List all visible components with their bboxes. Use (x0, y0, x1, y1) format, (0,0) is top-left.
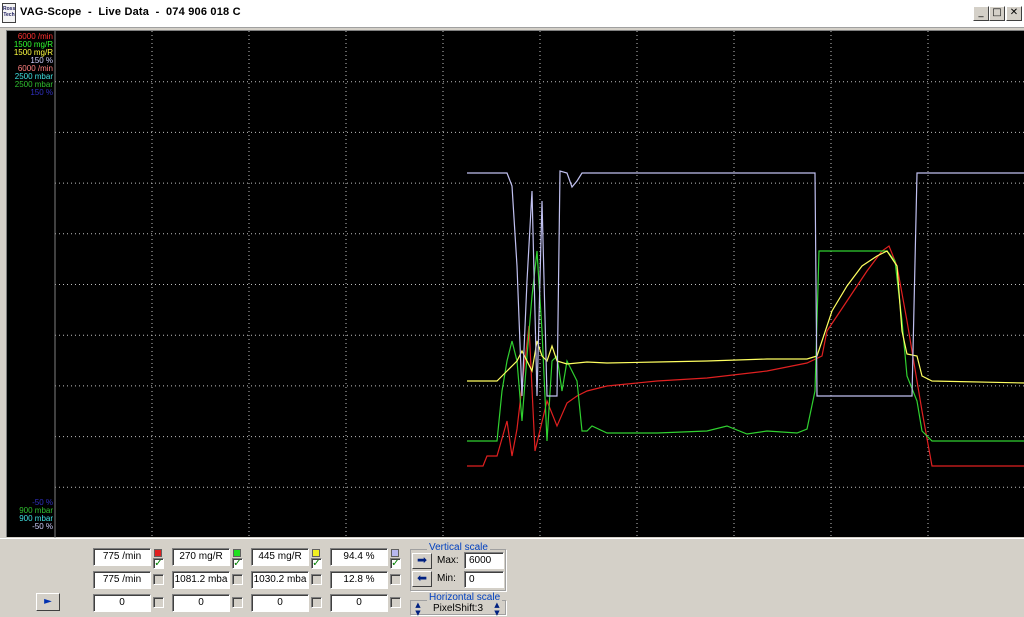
arrow-right-button[interactable]: ➡ (412, 553, 432, 569)
channel-value: 1081.2 mba (172, 571, 230, 589)
scale-label-top: 150 % (30, 88, 53, 97)
min-input[interactable]: 0 (464, 571, 504, 588)
channel-checkbox[interactable] (153, 597, 164, 608)
channel-value: 775 /min (93, 548, 151, 566)
play-button[interactable]: ► (36, 593, 60, 611)
channel-value: 12.8 % (330, 571, 388, 589)
channel-checkbox[interactable] (311, 574, 322, 585)
channel-color-swatch[interactable] (154, 549, 162, 557)
channel-value: 0 (330, 594, 388, 612)
control-panel: 775 /min ✓ 270 mg/R ✓ 445 mg/R ✓ 94.4 % ✓ 775 /m… (0, 538, 1024, 617)
channel-color-swatch[interactable] (391, 549, 399, 557)
channel-checkbox[interactable] (390, 597, 401, 608)
max-input[interactable]: 6000 (464, 552, 504, 569)
scope-plot (54, 31, 1024, 538)
horizontal-scale-label: Horizontal scale (427, 592, 503, 603)
scale-label-bottom: -50 % (32, 522, 53, 531)
channel-checkbox[interactable]: ✓ (232, 558, 243, 569)
channel-value: 94.4 % (330, 548, 388, 566)
spin-down-icon[interactable]: ▲ ▼ (413, 601, 423, 617)
app-icon[interactable]: Ross Tech (2, 3, 16, 23)
trace-line-4 (467, 170, 1024, 397)
min-label: Min: (437, 573, 456, 584)
channel-value: 0 (93, 594, 151, 612)
channel-value: 0 (172, 594, 230, 612)
pixelshift-value: PixelShift:3 (433, 603, 484, 614)
channel-checkbox[interactable] (311, 597, 322, 608)
vag-scope-window: Ross Tech VAG-Scope - Live Data - 074 90… (0, 0, 1024, 617)
oscilloscope-chart[interactable]: 6000 /min 1500 mg/R 1500 mg/R 150 % 6000 /mi… (6, 30, 1024, 538)
channel-value: 1030.2 mba (251, 571, 309, 589)
channel-value: 270 mg/R (172, 548, 230, 566)
channel-value: 775 /min (93, 571, 151, 589)
channel-checkbox[interactable]: ✓ (390, 558, 401, 569)
arrow-left-button[interactable]: ⬅ (412, 571, 432, 587)
max-label: Max: (437, 555, 459, 566)
window-title: VAG-Scope - Live Data - 074 906 018 C (20, 6, 241, 18)
channel-checkbox[interactable] (232, 574, 243, 585)
spin-up-icon[interactable]: ▲ ▼ (492, 601, 502, 617)
minimize-button[interactable]: _ (973, 6, 989, 21)
channel-color-swatch[interactable] (233, 549, 241, 557)
title-bar: Ross Tech VAG-Scope - Live Data - 074 90… (0, 0, 1024, 28)
maximize-button[interactable]: □ (989, 6, 1005, 21)
channel-color-swatch[interactable] (312, 549, 320, 557)
trace-line-2 (467, 250, 1024, 442)
channel-value: 445 mg/R (251, 548, 309, 566)
channel-checkbox[interactable]: ✓ (311, 558, 322, 569)
close-button[interactable]: ✕ (1006, 6, 1022, 21)
channel-value: 0 (251, 594, 309, 612)
channel-checkbox[interactable] (153, 574, 164, 585)
trace-line-3 (467, 250, 1024, 384)
channel-checkbox[interactable] (232, 597, 243, 608)
channel-checkbox[interactable] (390, 574, 401, 585)
channel-checkbox[interactable]: ✓ (153, 558, 164, 569)
